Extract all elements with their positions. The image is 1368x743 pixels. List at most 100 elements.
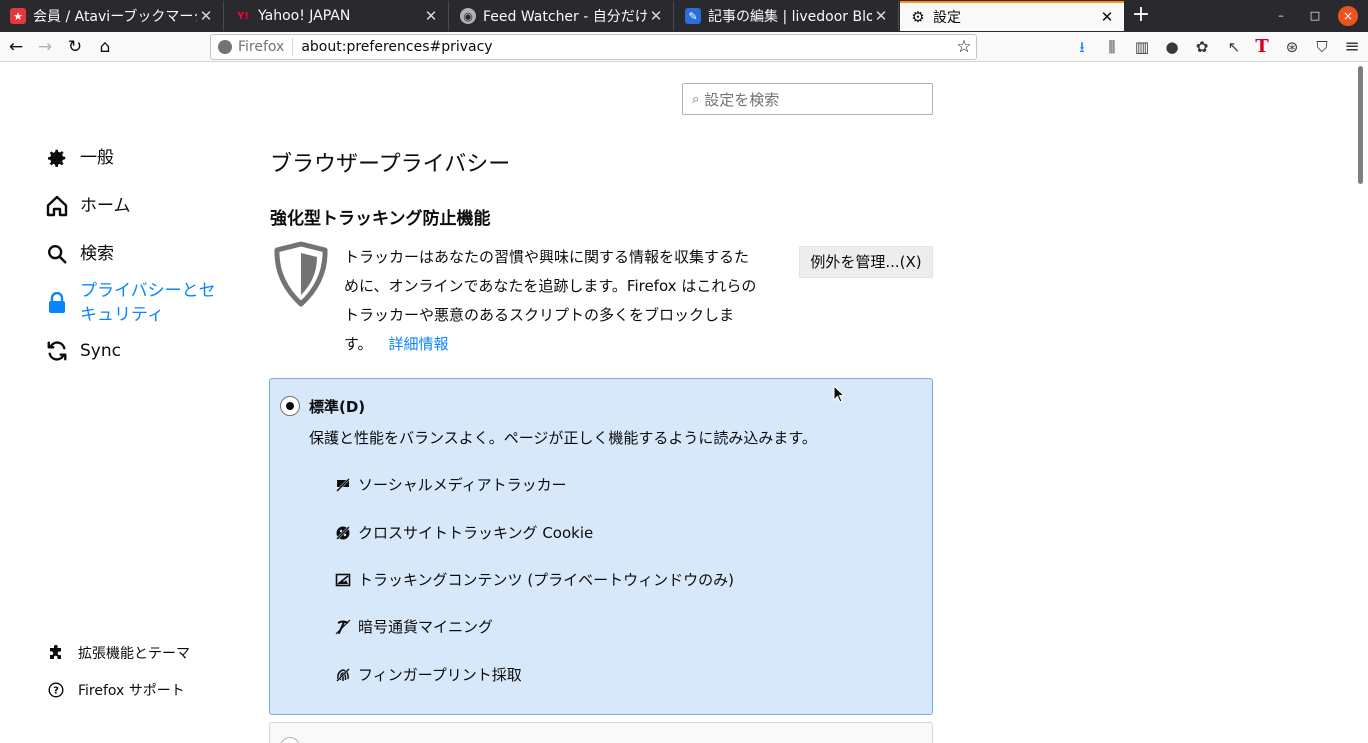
new-tab-button[interactable]: + [1129,3,1153,27]
standard-protection-card[interactable]: 標準(D) 保護と性能をバランスよく。ページが正しく機能するように読み込みます。… [269,378,933,715]
identity-label: Firefox [238,39,285,55]
cryptominer-icon [335,619,351,635]
tab-strip: ★ 会員 / Ataviーブックマーク ✕ Y! Yahoo! JAPAN ✕ … [0,0,1368,32]
tab-yahoo[interactable]: Y! Yahoo! JAPAN ✕ [225,1,449,31]
close-icon[interactable]: ✕ [197,7,215,25]
manage-exceptions-button[interactable]: 例外を管理...(X) [799,246,933,278]
sidebar-item-privacy[interactable]: プライバシーとセ キュリティ [45,279,216,327]
tracker-item: クロスサイトトラッキング Cookie [335,522,593,543]
tab-atavi[interactable]: ★ 会員 / Ataviーブックマーク ✕ [0,1,224,31]
strict-radio[interactable] [280,737,300,743]
yahoo-icon: Y! [237,10,249,22]
tracking-description: トラッカーはあなたの習慣や興味に関する情報を収集するた めに、オンラインであなた… [344,243,790,359]
scrollbar[interactable] [1355,63,1368,743]
tab-settings[interactable]: ⚙ 設定 ✕ [900,1,1124,31]
tracker-label: 暗号通貨マイニング [358,618,494,636]
tracker-label: フィンガープリント採取 [358,666,522,684]
puzzle-icon [48,645,64,661]
home-button[interactable]: ⌂ [93,35,117,59]
atavi-icon: ★ [10,8,26,24]
tracker-item: 暗号通貨マイニング [335,616,493,637]
tab-title: 設定 [933,10,961,26]
sidebar-item-general[interactable]: 一般 [45,146,114,170]
page-title: ブラウザープライバシー [270,152,511,177]
sidebar-item-addons[interactable]: 拡張機能とテーマ [48,643,190,663]
settings-search-input[interactable]: ⌕ 設定を検索 [682,83,933,115]
extension-t-icon[interactable]: T [1251,36,1273,58]
strict-protection-card[interactable] [269,722,933,743]
sidebar-item-search[interactable]: 検索 [45,242,114,266]
close-icon[interactable]: ✕ [647,7,665,25]
extension-shield-icon[interactable]: ⛉ [1311,36,1333,58]
cookie-icon [335,524,351,541]
tab-title: 記事の編集 | livedoor Blog [708,9,872,25]
sidebar-item-home[interactable]: ホーム [45,194,131,218]
description-line: トラッカーはあなたの習慣や興味に関する情報を収集するた [344,248,750,266]
description-line: トラッカーや悪意のあるスクリプトの多くをブロックしま [344,306,735,324]
reload-button[interactable]: ↻ [63,35,87,59]
sidebar-item-label: Sync [80,341,121,361]
livedoor-icon: ✎ [685,8,701,24]
tracker-label: トラッキングコンテンツ (プライベートウィンドウのみ) [358,571,735,589]
gear-icon: ⚙ [911,8,925,26]
section-title: 強化型トラッキング防止機能 [270,209,491,229]
sidebar-item-label: 一般 [80,148,114,168]
tab-title: 会員 / Ataviーブックマーク [33,9,197,25]
tracker-item: トラッキングコンテンツ (プライベートウィンドウのみ) [335,569,734,590]
gear-icon [45,146,69,170]
search-icon [45,242,69,266]
extension-arrow-icon[interactable]: ↖ [1223,36,1245,58]
sidebar-label-line2: キュリティ [80,305,164,325]
identity-box[interactable]: Firefox [211,38,294,56]
sidebar-footer-label: 拡張機能とテーマ [78,646,190,662]
standard-radio[interactable] [280,396,300,416]
url-bar[interactable]: Firefox about:preferences#privacy ☆ [210,34,977,60]
sidebar-icon[interactable]: ▥ [1131,36,1153,58]
library-icon[interactable]: ⫼ [1101,36,1123,58]
sidebar-item-label: 検索 [80,244,114,264]
close-icon[interactable]: ✕ [1098,8,1116,26]
sidebar-label-line1: プライバシーとセ [80,281,216,301]
standard-title: 標準(D) [309,398,366,416]
mouse-cursor-icon [833,385,845,403]
close-icon[interactable]: ✕ [422,7,440,25]
scrollbar-thumb[interactable] [1358,66,1363,184]
social-tracker-icon [335,476,351,493]
description-line: す。 [344,335,373,353]
menu-icon[interactable]: ≡ [1341,36,1363,58]
tracker-item: ソーシャルメディアトラッカー [335,474,567,495]
shield-icon [273,241,329,307]
extension-wheel-icon[interactable]: ⊛ [1281,36,1303,58]
url-text[interactable]: about:preferences#privacy [293,39,952,55]
description-line: めに、オンラインであなたを追跡します。Firefox はこれらの [344,277,757,295]
forward-button[interactable]: → [33,35,57,59]
tracker-item: フィンガープリント採取 [335,664,522,685]
tracking-content-icon [335,572,351,588]
search-placeholder: 設定を検索 [704,90,780,109]
sidebar-item-support[interactable]: ? Firefox サポート [48,680,185,700]
tab-title: Yahoo! JAPAN [258,8,351,24]
nav-bar: ← → ↻ ⌂ Firefox about:preferences#privac… [0,32,1368,62]
account-icon[interactable]: ● [1161,36,1183,58]
learn-more-link[interactable]: 詳細情報 [389,335,449,353]
sidebar-footer-label: Firefox サポート [78,683,185,699]
bookmark-star-icon[interactable]: ☆ [952,37,976,57]
fingerprint-icon [335,666,351,683]
close-icon[interactable]: ✕ [872,7,890,25]
tab-livedoor[interactable]: ✎ 記事の編集 | livedoor Blog ✕ [675,1,899,31]
maximize-button[interactable]: □ [1305,6,1325,26]
sidebar-item-label: プライバシーとセ キュリティ [80,279,216,327]
tracker-label: ソーシャルメディアトラッカー [358,476,567,494]
rss-icon: ◉ [460,8,476,24]
tab-feed-watcher[interactable]: ◉ Feed Watcher - 自分だけの ✕ [450,1,674,31]
minimize-button[interactable]: – [1271,6,1291,26]
back-button[interactable]: ← [4,35,28,59]
download-icon[interactable]: ⭳ [1071,36,1093,58]
window-close-button[interactable]: × [1338,6,1358,26]
lock-icon [45,291,69,315]
radio-selected-dot [286,402,294,410]
tracker-label: クロスサイトトラッキング Cookie [358,524,594,542]
sync-icon [45,339,69,363]
sidebar-item-sync[interactable]: Sync [45,339,121,363]
extension-gnome-icon[interactable]: ✿ [1191,36,1213,58]
